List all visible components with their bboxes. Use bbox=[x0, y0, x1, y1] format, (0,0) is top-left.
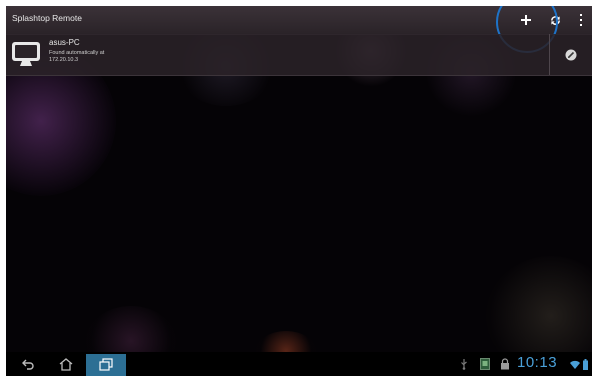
monitor-icon bbox=[11, 40, 41, 68]
device-frame: Splashtop Remote asus-PC Found automatic… bbox=[0, 0, 598, 376]
system-nav-bar: 10:13 bbox=[6, 352, 592, 376]
home-icon bbox=[59, 357, 73, 371]
status-clock: 10:13 bbox=[517, 354, 558, 371]
media-icon bbox=[478, 352, 492, 376]
computer-discovery-info: Found automatically at 172.20.10.3 bbox=[49, 50, 104, 64]
back-icon bbox=[22, 359, 34, 370]
wifi-icon bbox=[570, 352, 580, 376]
computer-name: asus-PC bbox=[49, 38, 80, 47]
recent-apps-button[interactable] bbox=[86, 352, 126, 376]
home-button[interactable] bbox=[52, 352, 80, 376]
plus-icon bbox=[521, 15, 531, 25]
edit-icon bbox=[565, 49, 577, 60]
action-bar: Splashtop Remote bbox=[6, 6, 592, 35]
overflow-menu-icon bbox=[580, 14, 582, 26]
overflow-menu-button[interactable] bbox=[572, 6, 590, 34]
app-title: Splashtop Remote bbox=[12, 13, 82, 23]
add-computer-button[interactable] bbox=[514, 6, 538, 34]
refresh-icon bbox=[550, 15, 560, 25]
computer-address: 172.20.10.3 bbox=[49, 57, 79, 63]
screen: Splashtop Remote asus-PC Found automatic… bbox=[6, 6, 592, 376]
edit-computer-button[interactable] bbox=[550, 34, 592, 75]
back-button[interactable] bbox=[14, 352, 42, 376]
refresh-button[interactable] bbox=[542, 6, 568, 34]
lock-icon bbox=[498, 352, 512, 376]
recent-apps-icon bbox=[99, 357, 113, 371]
battery-icon bbox=[581, 352, 589, 376]
usb-icon bbox=[458, 352, 470, 376]
computer-list-item[interactable]: asus-PC Found automatically at 172.20.10… bbox=[6, 34, 592, 76]
computer-status: Found automatically at bbox=[49, 50, 105, 56]
